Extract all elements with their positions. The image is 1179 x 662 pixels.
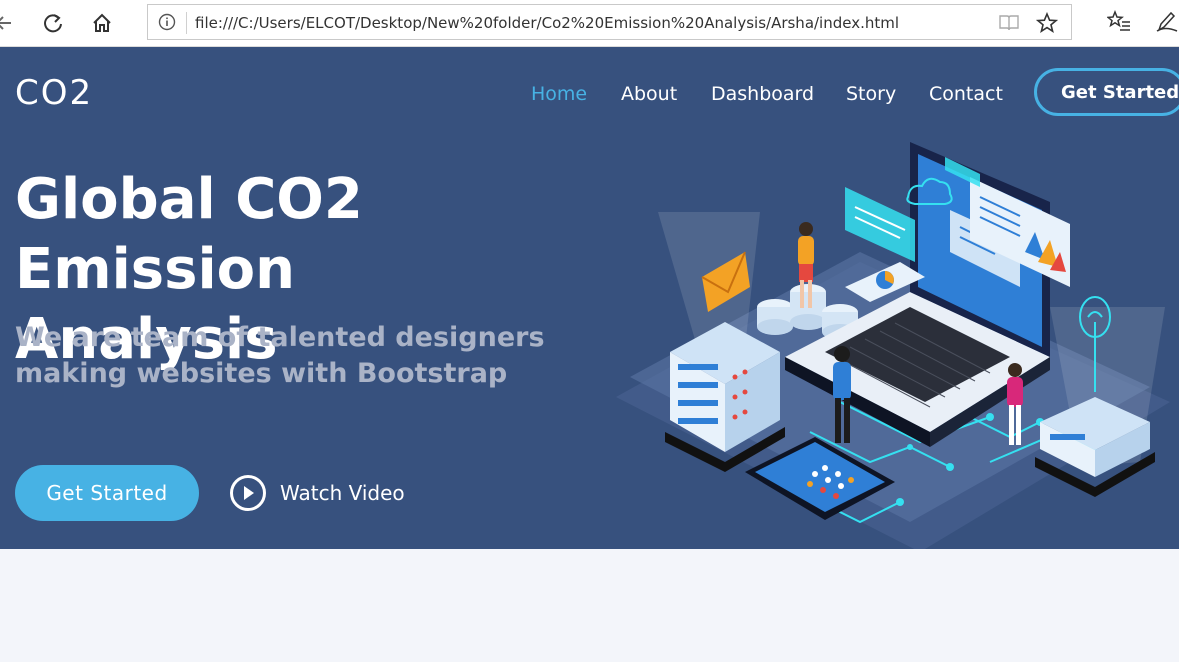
hero-title-line1: Global CO2 xyxy=(15,167,363,232)
watch-video-label: Watch Video xyxy=(280,481,405,505)
watch-video-button[interactable]: Watch Video xyxy=(230,473,405,513)
get-started-button[interactable]: Get Started xyxy=(15,465,199,521)
play-icon[interactable] xyxy=(230,475,266,511)
browser-toolbar: file:///C:/Users/ELCOT/Desktop/New%20fol… xyxy=(0,0,1179,47)
site-logo[interactable]: CO2 xyxy=(15,73,93,113)
hero-illustration xyxy=(616,142,1170,549)
reader-view-icon[interactable] xyxy=(998,13,1020,38)
address-divider xyxy=(186,12,187,34)
page-body-blank xyxy=(0,549,1179,662)
back-icon[interactable] xyxy=(0,10,16,36)
info-icon[interactable] xyxy=(158,13,176,31)
hero-subtitle: We are team of talented designers making… xyxy=(15,322,545,389)
favorite-star-icon[interactable] xyxy=(1035,11,1059,39)
address-bar[interactable]: file:///C:/Users/ELCOT/Desktop/New%20fol… xyxy=(147,4,1072,40)
nav-home[interactable]: Home xyxy=(531,83,587,105)
hero-section: CO2 Home About Dashboard Story Contact G… xyxy=(0,47,1179,549)
pen-icon[interactable] xyxy=(1155,10,1179,37)
home-icon[interactable] xyxy=(89,10,115,36)
favorites-list-icon[interactable] xyxy=(1106,9,1131,37)
url-text[interactable]: file:///C:/Users/ELCOT/Desktop/New%20fol… xyxy=(195,14,899,32)
refresh-icon[interactable] xyxy=(40,10,66,36)
